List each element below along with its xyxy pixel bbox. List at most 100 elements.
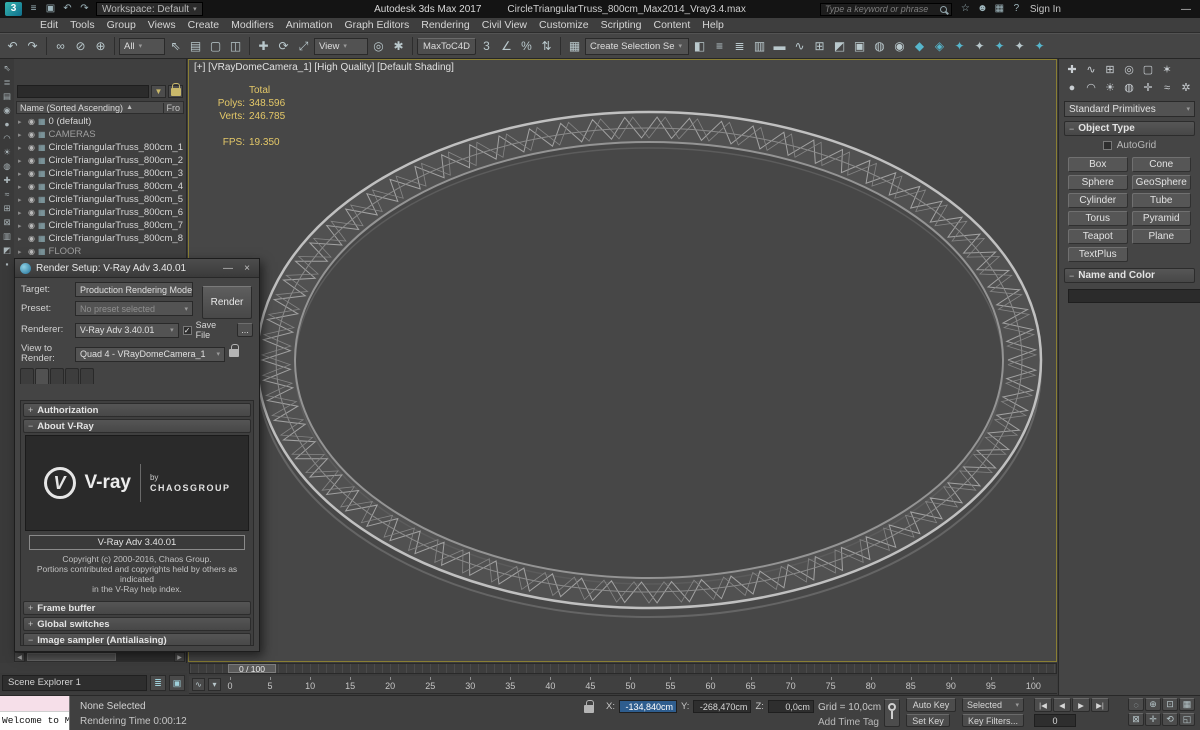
eye-icon[interactable]: ◉ bbox=[28, 156, 35, 165]
explorer-menu-icon[interactable]: ≣ bbox=[150, 675, 166, 691]
select-icon[interactable]: ⇖ bbox=[1, 62, 14, 74]
vray-fb-icon[interactable]: ◈ bbox=[930, 37, 949, 56]
expand-icon[interactable]: ▸ bbox=[18, 222, 25, 230]
dialog-title-bar[interactable]: Render Setup: V-Ray Adv 3.40.01 — × bbox=[15, 259, 259, 278]
undo-icon[interactable]: ↶ bbox=[60, 2, 75, 16]
object-type-rollout[interactable]: − Object Type bbox=[1064, 121, 1195, 136]
undo-icon[interactable]: ↶ bbox=[3, 37, 22, 56]
mirror-icon[interactable]: ◧ bbox=[690, 37, 709, 56]
user-icon[interactable]: ☻ bbox=[975, 2, 990, 16]
expand-icon[interactable]: ▸ bbox=[18, 183, 25, 191]
eye-icon[interactable]: ◉ bbox=[28, 182, 35, 191]
expand-icon[interactable]: ▸ bbox=[18, 170, 25, 178]
menu-item[interactable]: Rendering bbox=[415, 19, 475, 31]
menu-item[interactable]: Customize bbox=[533, 19, 595, 31]
listener-text[interactable]: Welcome to M bbox=[0, 712, 69, 730]
maximize-viewport-icon[interactable]: ◱ bbox=[1179, 713, 1195, 726]
auto-key-button[interactable]: Auto Key bbox=[906, 698, 956, 712]
eye-icon[interactable]: ◉ bbox=[28, 234, 35, 243]
dialog-tab[interactable] bbox=[35, 368, 49, 384]
cameras-category-icon[interactable]: ◍ bbox=[1121, 80, 1137, 96]
dialog-tab[interactable] bbox=[65, 368, 79, 384]
zoom-region-icon[interactable]: ⊠ bbox=[1128, 713, 1144, 726]
material-editor-icon[interactable]: ◩ bbox=[830, 37, 849, 56]
ribbon-toggle-icon[interactable]: ▬ bbox=[770, 37, 789, 56]
shapes-category-icon[interactable]: ◠ bbox=[1083, 80, 1099, 96]
lock-icon[interactable] bbox=[168, 85, 183, 98]
key-filter-set-dropdown[interactable]: Selected ▾ bbox=[962, 698, 1024, 712]
save-file-checkbox[interactable]: ✓ bbox=[183, 326, 192, 335]
primitive-button[interactable]: Sphere bbox=[1068, 175, 1128, 190]
shapes-filter-icon[interactable]: ◠ bbox=[1, 132, 14, 144]
primitive-button[interactable]: Torus bbox=[1068, 211, 1128, 226]
scale-icon[interactable]: ⤢ bbox=[294, 37, 313, 56]
scroll-right-icon[interactable]: ▶ bbox=[174, 652, 185, 662]
menu-item[interactable]: Edit bbox=[34, 19, 64, 31]
reference-coordinate-dropdown[interactable]: View▾ bbox=[314, 38, 368, 55]
menu-item[interactable]: Animation bbox=[280, 19, 339, 31]
expand-icon[interactable]: ▸ bbox=[18, 144, 25, 152]
scene-row[interactable]: ▸ ◉ ▦ CircleTriangularTruss_800cm_3 bbox=[16, 167, 184, 180]
zoom-icon[interactable]: ◌ bbox=[1128, 698, 1144, 711]
angle-snap-icon[interactable]: ∠ bbox=[497, 37, 516, 56]
explorer-column-header[interactable]: Name (Sorted Ascending) ▲ Fro bbox=[16, 101, 184, 114]
use-pivot-icon[interactable]: ◎ bbox=[369, 37, 388, 56]
menu-item[interactable]: Civil View bbox=[476, 19, 533, 31]
play-button[interactable]: ▶ bbox=[1072, 698, 1090, 712]
systems-category-icon[interactable]: ✲ bbox=[1178, 80, 1194, 96]
helpers-filter-icon[interactable]: ✚ bbox=[1, 174, 14, 186]
spacewarps-filter-icon[interactable]: ≈ bbox=[1, 188, 14, 200]
app-menu-icon[interactable]: ≡ bbox=[26, 2, 41, 16]
select-object-icon[interactable]: ⇖ bbox=[166, 37, 185, 56]
scene-row[interactable]: ▸ ◉ ▦ FLOOR bbox=[16, 245, 184, 258]
utilities-tab-icon[interactable]: ✶ bbox=[1159, 62, 1175, 78]
timeline-ruler[interactable]: ∿▾ 0510152025303540455055606570758085909… bbox=[189, 676, 1057, 694]
lights-category-icon[interactable]: ☀ bbox=[1102, 80, 1118, 96]
menu-item[interactable]: Content bbox=[647, 19, 696, 31]
expand-icon[interactable]: ▸ bbox=[18, 235, 25, 243]
plugin-icon-4[interactable]: ✦ bbox=[1010, 37, 1029, 56]
geometry-category-icon[interactable]: ● bbox=[1064, 80, 1080, 96]
rollout-global-switches[interactable]: + Global switches bbox=[23, 617, 251, 631]
zoom-extents-all-icon[interactable]: ▦ bbox=[1179, 698, 1195, 711]
primitive-button[interactable]: TextPlus bbox=[1068, 247, 1128, 262]
scene-explorer-toggle-icon[interactable]: ≣ bbox=[730, 37, 749, 56]
dialog-tab[interactable] bbox=[20, 368, 34, 384]
z-coordinate-field[interactable]: 0,0cm bbox=[768, 700, 814, 713]
view-to-render-dropdown[interactable]: Quad 4 - VRayDomeCamera_1▾ bbox=[75, 347, 225, 362]
lights-filter-icon[interactable]: ☀ bbox=[1, 146, 14, 158]
expand-icon[interactable]: ▸ bbox=[18, 118, 25, 126]
hierarchy-tab-icon[interactable]: ⊞ bbox=[1102, 62, 1118, 78]
favorites-icon[interactable]: ☆ bbox=[958, 2, 973, 16]
spinner-snap-icon[interactable]: ⇅ bbox=[537, 37, 556, 56]
geometry-filter-icon[interactable]: ● bbox=[1, 118, 14, 130]
eye-icon[interactable]: ◉ bbox=[28, 208, 35, 217]
primitive-button[interactable]: Cylinder bbox=[1068, 193, 1128, 208]
scene-explorer-selector[interactable]: Scene Explorer 1 bbox=[2, 675, 147, 691]
scene-row[interactable]: ▸ ◉ ▦ CircleTriangularTruss_800cm_2 bbox=[16, 154, 184, 167]
save-icon[interactable]: ▣ bbox=[43, 2, 58, 16]
add-time-tag-button[interactable]: Add Time Tag bbox=[818, 717, 879, 728]
preset-dropdown[interactable]: No preset selected▾ bbox=[75, 301, 193, 316]
layer-manager-icon[interactable]: ▥ bbox=[750, 37, 769, 56]
zoom-extents-icon[interactable]: ⊡ bbox=[1162, 698, 1178, 711]
rendered-frame-icon[interactable]: ◍ bbox=[870, 37, 889, 56]
scene-row[interactable]: ▸ ◉ ▦ CircleTriangularTruss_800cm_1 bbox=[16, 141, 184, 154]
plugin-icon-1[interactable]: ✦ bbox=[950, 37, 969, 56]
cameras-filter-icon[interactable]: ◍ bbox=[1, 160, 14, 172]
scrollbar-thumb[interactable] bbox=[27, 653, 116, 661]
motion-tab-icon[interactable]: ◎ bbox=[1121, 62, 1137, 78]
groups-filter-icon[interactable]: ⊞ bbox=[1, 202, 14, 214]
menu-item[interactable]: Group bbox=[101, 19, 142, 31]
rotate-icon[interactable]: ⟳ bbox=[274, 37, 293, 56]
percent-snap-icon[interactable]: % bbox=[517, 37, 536, 56]
scroll-left-icon[interactable]: ◀ bbox=[14, 652, 25, 662]
expand-icon[interactable]: ▸ bbox=[18, 131, 25, 139]
maxscript-mini-listener[interactable]: Welcome to M bbox=[0, 696, 70, 730]
pin-icon[interactable]: ▪ bbox=[1, 258, 14, 270]
render-production-icon[interactable]: ◉ bbox=[890, 37, 909, 56]
target-dropdown[interactable]: Production Rendering Mode▾ bbox=[75, 282, 193, 297]
menu-item[interactable]: Tools bbox=[64, 19, 101, 31]
align-icon[interactable]: ≡ bbox=[710, 37, 729, 56]
scene-row[interactable]: ▸ ◉ ▦ CircleTriangularTruss_800cm_6 bbox=[16, 206, 184, 219]
